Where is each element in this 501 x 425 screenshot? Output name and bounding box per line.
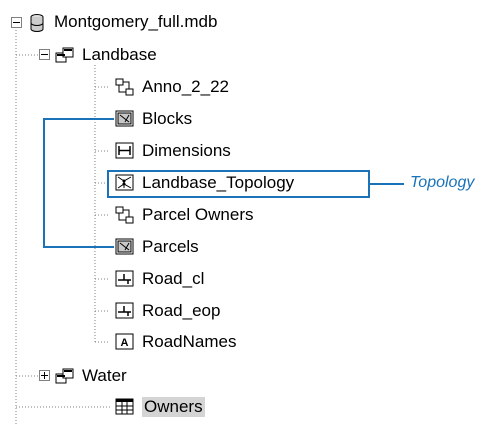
line-feature-class-icon <box>114 301 136 321</box>
expand-water-button[interactable] <box>39 370 50 381</box>
table-icon <box>114 397 136 417</box>
tree-node-roadnames[interactable]: A RoadNames <box>114 330 237 354</box>
tree-node-label: Anno_2_22 <box>142 77 229 96</box>
tree-node-label: Parcels <box>142 237 199 256</box>
tree-node-label: Dimensions <box>142 141 231 160</box>
tree-node-anno-2-22[interactable]: Anno_2_22 <box>114 75 229 99</box>
svg-text:A: A <box>121 337 129 349</box>
tree-node-dimensions[interactable]: Dimensions <box>114 139 231 163</box>
tree-node-parcel-owners[interactable]: Parcel Owners <box>114 203 253 227</box>
tree-node-label: Landbase <box>82 45 157 64</box>
tree-node-label: Water <box>82 366 127 385</box>
polygon-feature-class-icon <box>114 109 136 129</box>
tree-node-label: Road_cl <box>142 269 205 288</box>
bracket-blocks-parcels <box>43 118 114 248</box>
database-icon <box>26 12 48 32</box>
tree-node-water[interactable]: Water <box>54 364 127 388</box>
topology-highlight-box <box>107 170 370 198</box>
relationship-class-icon <box>114 205 136 225</box>
dimension-feature-class-icon <box>114 141 136 161</box>
tree-node-parcels[interactable]: Parcels <box>114 235 199 259</box>
annotation-class-icon <box>114 77 136 97</box>
tree-node-label: Owners <box>142 397 205 417</box>
polygon-feature-class-icon <box>114 237 136 257</box>
collapse-landbase-button[interactable] <box>39 49 50 60</box>
tree-node-label: Parcel Owners <box>142 205 254 224</box>
collapse-root-button[interactable] <box>11 17 22 28</box>
tree-node-road-cl[interactable]: Road_cl <box>114 267 204 291</box>
feature-dataset-icon <box>54 45 76 65</box>
tree-node-label: Blocks <box>142 109 193 128</box>
text-annotation-icon: A <box>114 332 136 352</box>
tree-node-landbase[interactable]: Landbase <box>54 43 157 67</box>
tree-node-owners[interactable]: Owners <box>114 395 205 419</box>
topology-callout-label: Topology <box>410 174 475 191</box>
catalog-tree: Montgomery_full.mdb Landbase Anno_2_22 B… <box>0 0 501 425</box>
tree-node-label: Montgomery_full.mdb <box>54 12 218 31</box>
tree-node-root[interactable]: Montgomery_full.mdb <box>26 10 217 34</box>
tree-node-blocks[interactable]: Blocks <box>114 107 192 131</box>
tree-node-label: RoadNames <box>142 332 237 351</box>
tree-node-road-eop[interactable]: Road_eop <box>114 299 220 323</box>
tree-node-label: Road_eop <box>142 301 221 320</box>
feature-dataset-icon <box>54 366 76 386</box>
line-feature-class-icon <box>114 269 136 289</box>
